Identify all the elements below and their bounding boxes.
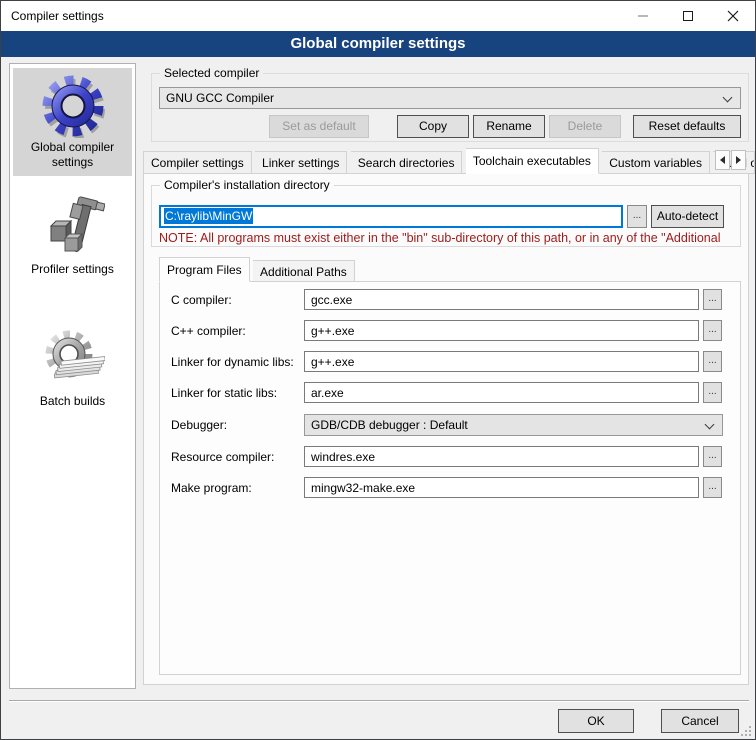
settings-sidebar: Global compiler settings Profiler settin… xyxy=(9,63,136,689)
tab-compiler-settings[interactable]: Compiler settings xyxy=(143,151,252,174)
maximize-icon xyxy=(683,11,693,21)
installation-directory-browse-button[interactable]: ... xyxy=(627,205,647,228)
sidebar-item-label: Global compiler settings xyxy=(13,140,132,176)
gear-blue-icon xyxy=(41,74,105,138)
sidebar-item-label: Batch builds xyxy=(13,394,132,415)
delete-button[interactable]: Delete xyxy=(549,115,621,138)
ok-button[interactable]: OK xyxy=(558,709,634,733)
tab-program-files[interactable]: Program Files xyxy=(159,257,250,282)
program-files-tabstrip: Program Files Additional Paths xyxy=(159,257,355,282)
resource-compiler-input[interactable] xyxy=(304,446,699,467)
linker-static-label: Linker for static libs: xyxy=(171,382,277,404)
make-program-browse-button[interactable]: ... xyxy=(703,477,722,498)
linker-static-browse-button[interactable]: ... xyxy=(703,382,722,403)
auto-detect-button[interactable]: Auto-detect xyxy=(651,205,724,228)
chevron-down-icon xyxy=(705,420,715,430)
settings-tabstrip: Compiler settings Linker settings Search… xyxy=(143,148,755,174)
arrow-left-icon xyxy=(720,156,725,164)
resource-compiler-label: Resource compiler: xyxy=(171,446,274,468)
cpp-compiler-browse-button[interactable]: ... xyxy=(703,320,722,341)
tab-additional-paths[interactable]: Additional Paths xyxy=(253,260,355,282)
installation-directory-input[interactable]: C:\raylib\MinGW xyxy=(159,205,623,228)
sidebar-item-label: Profiler settings xyxy=(13,262,132,283)
tab-toolchain-executables[interactable]: Toolchain executables xyxy=(466,148,599,174)
caliper-icon xyxy=(41,196,105,260)
rename-button[interactable]: Rename xyxy=(473,115,545,138)
bin-note: NOTE: All programs must exist either in … xyxy=(159,231,743,245)
cpp-compiler-input[interactable] xyxy=(304,320,699,341)
sidebar-item-profiler-settings[interactable]: Profiler settings xyxy=(13,190,132,283)
compiler-settings-dialog: Compiler settings Global compiler settin… xyxy=(0,0,756,740)
tab-linker-settings[interactable]: Linker settings xyxy=(255,151,347,174)
debugger-label: Debugger: xyxy=(171,414,227,436)
chevron-down-icon xyxy=(723,93,733,103)
resource-compiler-browse-button[interactable]: ... xyxy=(703,446,722,467)
arrow-right-icon xyxy=(736,156,741,164)
tab-scroll-right-button[interactable] xyxy=(731,150,746,170)
make-program-label: Make program: xyxy=(171,477,252,499)
linker-dynamic-browse-button[interactable]: ... xyxy=(703,351,722,372)
copy-button[interactable]: Copy xyxy=(397,115,469,138)
cpp-compiler-label: C++ compiler: xyxy=(171,320,246,342)
footer-divider xyxy=(9,700,749,702)
title-bar: Compiler settings xyxy=(1,1,755,31)
set-as-default-button[interactable]: Set as default xyxy=(269,115,369,138)
resize-grip[interactable] xyxy=(741,725,752,736)
debugger-select[interactable]: GDB/CDB debugger : Default xyxy=(304,414,723,436)
tab-custom-variables[interactable]: Custom variables xyxy=(602,151,710,174)
close-icon xyxy=(727,10,739,22)
reset-defaults-button[interactable]: Reset defaults xyxy=(633,115,741,138)
linker-static-input[interactable] xyxy=(304,382,699,403)
c-compiler-input[interactable] xyxy=(304,289,699,310)
maximize-button[interactable] xyxy=(665,1,710,31)
linker-dynamic-input[interactable] xyxy=(304,351,699,372)
installation-directory-legend: Compiler's installation directory xyxy=(160,178,334,192)
sidebar-item-batch-builds[interactable]: Batch builds xyxy=(13,322,132,415)
minimize-icon xyxy=(638,15,648,17)
minimize-button[interactable] xyxy=(620,1,665,31)
make-program-input[interactable] xyxy=(304,477,699,498)
cancel-button[interactable]: Cancel xyxy=(661,709,739,733)
gear-batch-icon xyxy=(41,328,105,392)
linker-dynamic-label: Linker for dynamic libs: xyxy=(171,351,294,373)
tab-search-directories[interactable]: Search directories xyxy=(351,151,463,174)
compiler-select-value: GNU GCC Compiler xyxy=(166,91,274,105)
debugger-select-value: GDB/CDB debugger : Default xyxy=(311,418,468,432)
compiler-select[interactable]: GNU GCC Compiler xyxy=(159,87,741,109)
c-compiler-browse-button[interactable]: ... xyxy=(703,289,722,310)
dialog-header: Global compiler settings xyxy=(1,31,755,57)
tab-scroll-left-button[interactable] xyxy=(715,150,730,170)
c-compiler-label: C compiler: xyxy=(171,289,232,311)
close-button[interactable] xyxy=(710,1,755,31)
sidebar-item-global-compiler-settings[interactable]: Global compiler settings xyxy=(13,68,132,176)
window-title: Compiler settings xyxy=(1,9,620,23)
selected-compiler-legend: Selected compiler xyxy=(160,66,263,80)
installation-directory-value: C:\raylib\MinGW xyxy=(164,208,253,224)
